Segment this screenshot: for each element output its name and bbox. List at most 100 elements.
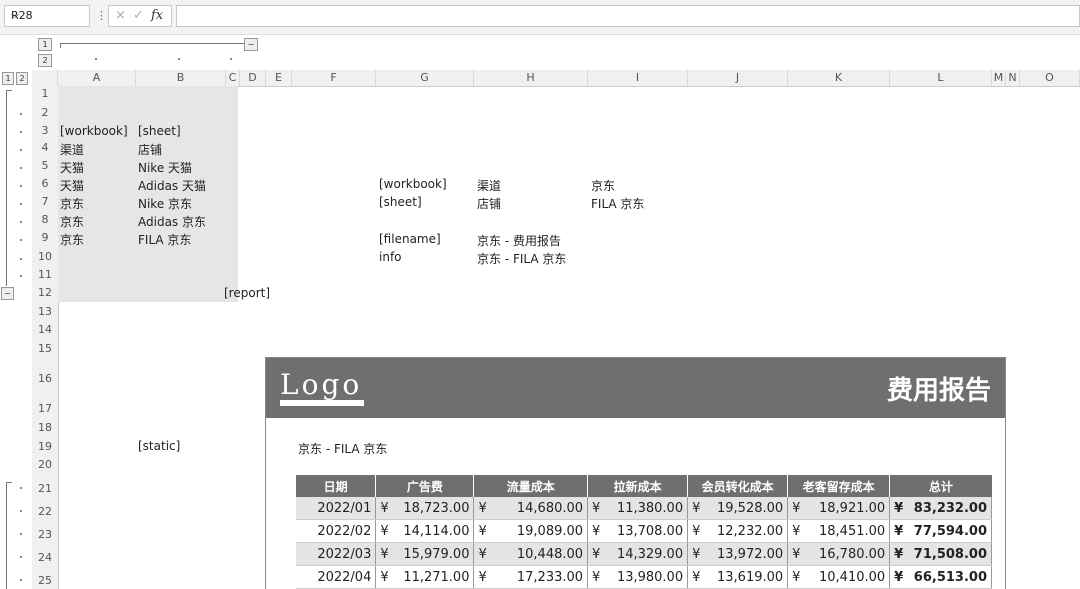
cell-a7[interactable]: 京东 bbox=[60, 195, 84, 212]
column-header-e[interactable]: E bbox=[266, 70, 292, 86]
cell-a4[interactable]: 渠道 bbox=[60, 141, 84, 158]
column-header-f[interactable]: F bbox=[292, 70, 376, 86]
cell-b4[interactable]: 店铺 bbox=[138, 141, 162, 158]
cell-total[interactable]: ¥71,508.00 bbox=[889, 542, 992, 566]
column-header-i[interactable]: I bbox=[588, 70, 688, 86]
name-box[interactable]: R28 ⌵ bbox=[4, 5, 90, 27]
cell-traffic[interactable]: ¥17,233.00 bbox=[473, 565, 589, 589]
column-header-h[interactable]: H bbox=[474, 70, 588, 86]
insert-function-icon[interactable]: fx bbox=[151, 8, 163, 23]
cell-a5[interactable]: 天猫 bbox=[60, 159, 84, 176]
cell-g10[interactable]: info bbox=[379, 250, 402, 264]
row-header-24[interactable]: 24 bbox=[33, 551, 57, 564]
row-header-21[interactable]: 21 bbox=[33, 482, 57, 495]
row-header-19[interactable]: 19 bbox=[33, 440, 57, 453]
row-header-4[interactable]: 4 bbox=[33, 141, 57, 154]
cell-c12[interactable]: [report] bbox=[224, 286, 270, 300]
cell-date[interactable]: 2022/01 bbox=[296, 497, 377, 520]
cell-a8[interactable]: 京东 bbox=[60, 213, 84, 230]
row-header-7[interactable]: 7 bbox=[33, 195, 57, 208]
row-outline-level-2[interactable]: 2 bbox=[16, 72, 28, 85]
cell-retention[interactable]: ¥10,410.00 bbox=[787, 565, 891, 589]
cell-total[interactable]: ¥83,232.00 bbox=[889, 497, 992, 520]
cell-h6[interactable]: 渠道 bbox=[477, 177, 501, 194]
row-outline-level-1[interactable]: 1 bbox=[2, 72, 14, 85]
cell-total[interactable]: ¥77,594.00 bbox=[889, 519, 992, 543]
cell-g6[interactable]: [workbook] bbox=[379, 177, 447, 191]
cell-date[interactable]: 2022/02 bbox=[296, 519, 377, 543]
cell-conversion[interactable]: ¥13,619.00 bbox=[687, 565, 789, 589]
cell-acquisition[interactable]: ¥11,380.00 bbox=[587, 497, 689, 520]
row-header-6[interactable]: 6 bbox=[33, 177, 57, 190]
row-header-20[interactable]: 20 bbox=[33, 458, 57, 471]
cell-retention[interactable]: ¥18,451.00 bbox=[787, 519, 891, 543]
row-header-23[interactable]: 23 bbox=[33, 528, 57, 541]
row-header-13[interactable]: 13 bbox=[33, 305, 57, 318]
col-outline-level-1[interactable]: 1 bbox=[38, 38, 52, 51]
select-all-corner[interactable] bbox=[32, 70, 58, 86]
row-header-10[interactable]: 10 bbox=[33, 250, 57, 263]
cell-b8[interactable]: Adidas 京东 bbox=[138, 213, 206, 230]
row-header-22[interactable]: 22 bbox=[33, 505, 57, 518]
cell-i7[interactable]: FILA 京东 bbox=[591, 195, 644, 212]
cell-h9[interactable]: 京东 - 费用报告 bbox=[477, 232, 561, 249]
cell-date[interactable]: 2022/04 bbox=[296, 565, 377, 589]
column-header-c[interactable]: C bbox=[226, 70, 240, 86]
column-header-n[interactable]: N bbox=[1006, 70, 1020, 86]
cell-conversion[interactable]: ¥12,232.00 bbox=[687, 519, 789, 543]
row-header-8[interactable]: 8 bbox=[33, 213, 57, 226]
column-header-g[interactable]: G bbox=[376, 70, 474, 86]
cell-a6[interactable]: 天猫 bbox=[60, 177, 84, 194]
cell-ad[interactable]: ¥15,979.00 bbox=[375, 542, 475, 566]
cell-h10[interactable]: 京东 - FILA 京东 bbox=[477, 250, 566, 267]
cell-acquisition[interactable]: ¥13,980.00 bbox=[587, 565, 689, 589]
cell-conversion[interactable]: ¥13,972.00 bbox=[687, 542, 789, 566]
col-collapse-button[interactable]: − bbox=[244, 38, 258, 51]
cell-g7[interactable]: [sheet] bbox=[379, 195, 422, 209]
cell-ad[interactable]: ¥14,114.00 bbox=[375, 519, 475, 543]
cell-traffic[interactable]: ¥19,089.00 bbox=[473, 519, 589, 543]
cell-retention[interactable]: ¥18,921.00 bbox=[787, 497, 891, 520]
cell-g9[interactable]: [filename] bbox=[379, 232, 441, 246]
cell-total[interactable]: ¥66,513.00 bbox=[889, 565, 992, 589]
cell-retention[interactable]: ¥16,780.00 bbox=[787, 542, 891, 566]
row-header-2[interactable]: 2 bbox=[33, 106, 57, 119]
cell-b5[interactable]: Nike 天猫 bbox=[138, 159, 192, 176]
column-header-j[interactable]: J bbox=[688, 70, 788, 86]
cell-acquisition[interactable]: ¥13,708.00 bbox=[587, 519, 689, 543]
cell-a3[interactable]: [workbook] bbox=[60, 124, 128, 138]
row-header-1[interactable]: 1 bbox=[33, 87, 57, 100]
row-header-14[interactable]: 14 bbox=[33, 323, 57, 336]
row-header-25[interactable]: 25 bbox=[33, 574, 57, 587]
cell-b7[interactable]: Nike 京东 bbox=[138, 195, 192, 212]
cell-b3[interactable]: [sheet] bbox=[138, 124, 181, 138]
cell-b9[interactable]: FILA 京东 bbox=[138, 231, 191, 248]
more-options-icon[interactable]: ⋮ bbox=[96, 9, 107, 22]
cell-b6[interactable]: Adidas 天猫 bbox=[138, 177, 206, 194]
formula-input[interactable] bbox=[176, 5, 1080, 27]
chevron-down-icon[interactable]: ⌵ bbox=[11, 8, 85, 22]
row-header-11[interactable]: 11 bbox=[33, 268, 57, 281]
row-header-16[interactable]: 16 bbox=[33, 372, 57, 385]
cell-date[interactable]: 2022/03 bbox=[296, 542, 377, 566]
enter-icon[interactable]: ✓ bbox=[133, 8, 144, 23]
cell-traffic[interactable]: ¥14,680.00 bbox=[473, 497, 589, 520]
row-header-12[interactable]: 12 bbox=[33, 286, 57, 299]
column-header-o[interactable]: O bbox=[1020, 70, 1080, 86]
column-header-b[interactable]: B bbox=[136, 70, 226, 86]
row-header-18[interactable]: 18 bbox=[33, 421, 57, 434]
cell-a9[interactable]: 京东 bbox=[60, 231, 84, 248]
column-header-m[interactable]: M bbox=[992, 70, 1006, 86]
cell-ad[interactable]: ¥18,723.00 bbox=[375, 497, 475, 520]
cell-traffic[interactable]: ¥10,448.00 bbox=[473, 542, 589, 566]
col-outline-level-2[interactable]: 2 bbox=[38, 54, 52, 67]
row-header-3[interactable]: 3 bbox=[33, 124, 57, 137]
column-header-a[interactable]: A bbox=[58, 70, 136, 86]
column-header-k[interactable]: K bbox=[788, 70, 890, 86]
cell-h7[interactable]: 店铺 bbox=[477, 195, 501, 212]
row-collapse-button[interactable]: − bbox=[1, 287, 14, 300]
row-header-9[interactable]: 9 bbox=[33, 231, 57, 244]
row-header-15[interactable]: 15 bbox=[33, 342, 57, 355]
cell-conversion[interactable]: ¥19,528.00 bbox=[687, 497, 789, 520]
cancel-icon[interactable]: × bbox=[115, 8, 126, 23]
